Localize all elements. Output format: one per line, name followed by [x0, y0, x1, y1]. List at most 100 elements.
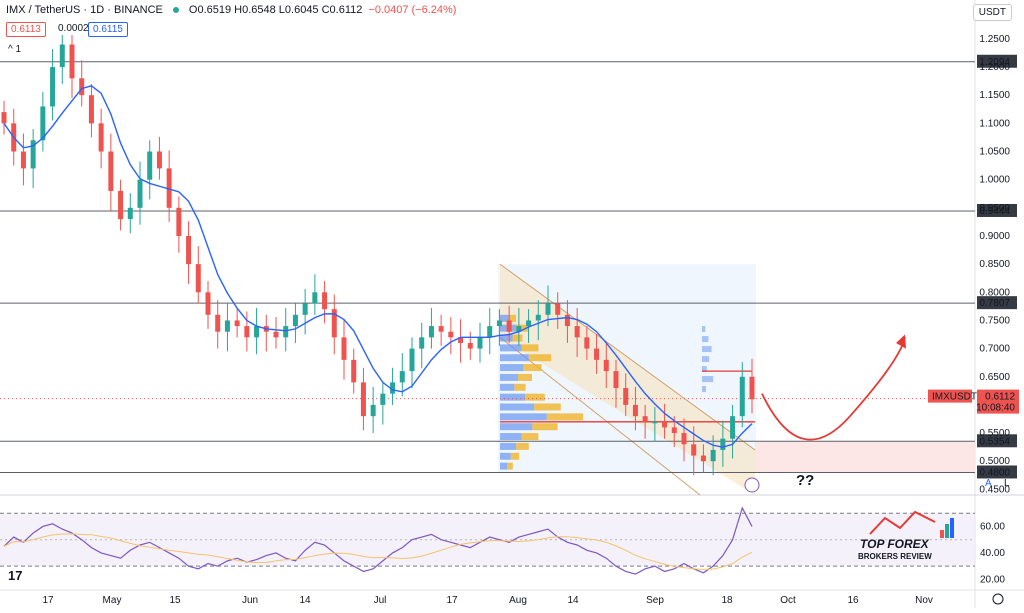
candle-body [1, 112, 7, 124]
price-axis-label: 0.8500 [979, 259, 1010, 270]
time-axis-label: 14 [567, 595, 579, 606]
level-tag: 0.5354 [979, 436, 1010, 447]
candle-body [195, 264, 201, 293]
time-axis-label: 17 [446, 595, 458, 606]
candle-body [428, 326, 434, 338]
volume-profile-bar [518, 373, 532, 381]
candle-body [88, 95, 94, 124]
logo-bar [940, 530, 944, 538]
price-axis-label: 0.7000 [979, 344, 1010, 355]
volume-profile-bar [500, 393, 526, 401]
buy-price-box[interactable]: 0.6115 [88, 22, 128, 37]
time-axis-label: Oct [780, 595, 796, 606]
watermark-line1: TOP FOREX [860, 537, 930, 551]
sell-price-box[interactable]: 0.6113 [6, 22, 46, 37]
time-axis-label: Aug [509, 595, 527, 606]
change-value: −0.0407 (−6.24%) [368, 4, 457, 16]
candle-body [98, 123, 104, 152]
volume-profile-bar [528, 354, 552, 362]
chart-area[interactable]: ??1.25001.20001.15001.10001.05001.00000.… [0, 0, 1024, 608]
price-axis-label: 1.2500 [979, 34, 1010, 45]
volume-profile-bar [523, 364, 542, 372]
candle-body [224, 320, 230, 332]
tradingview-logo: 17 [8, 568, 22, 583]
volume-profile-bar [525, 393, 545, 401]
candle-body [642, 416, 648, 422]
countdown-timer: 10:08:40 [976, 403, 1015, 414]
candle-body [292, 314, 298, 327]
volume-profile-bar [507, 462, 513, 470]
time-axis-label: 16 [847, 595, 859, 606]
volume-profile-bar [521, 433, 539, 441]
currency-button[interactable]: USDT [972, 4, 1012, 21]
candle-body [147, 151, 153, 180]
auto-scale-button[interactable]: A [985, 478, 992, 489]
time-axis-label: Jun [242, 595, 258, 606]
candle-body [730, 416, 736, 439]
candle-body [234, 320, 240, 327]
logo-bar [945, 524, 949, 538]
candle-body [535, 314, 541, 321]
forecast-arrow [761, 337, 906, 441]
log-scale-button[interactable]: L [1004, 478, 1010, 489]
candle-body [283, 326, 289, 338]
candle-body [244, 326, 250, 338]
volume-profile-bar [702, 386, 706, 393]
volume-profile-bar [500, 364, 524, 372]
event-icon[interactable] [744, 477, 760, 493]
candle-body [50, 67, 56, 107]
candle-body [526, 320, 532, 327]
level-tag: 0.4800 [979, 467, 1010, 478]
candle-body [341, 337, 347, 360]
volume-profile-bar [702, 376, 714, 383]
candle-body [632, 404, 638, 417]
candle-body [623, 388, 629, 405]
candle-body [506, 320, 512, 332]
volume-profile-bar [532, 423, 558, 431]
support-zone [755, 441, 975, 473]
volume-profile-bar [702, 336, 709, 343]
volume-profile-bar [500, 354, 529, 362]
volume-profile-bar [702, 346, 712, 353]
volume-profile-bar [500, 423, 533, 431]
candle-body [59, 44, 65, 68]
candle-body [681, 433, 687, 445]
price-axis-label: 1.1000 [979, 118, 1010, 129]
price-chart-svg[interactable]: ??1.25001.20001.15001.10001.05001.00000.… [0, 0, 1024, 608]
candle-body [127, 207, 133, 220]
current-price-tag: 0.6112 [985, 392, 1015, 403]
candle-body [662, 421, 668, 428]
question-annotation: ?? [796, 472, 814, 489]
symbol-label[interactable]: IMX / TetherUS · 1D · BINANCE [6, 4, 163, 16]
candle-body [438, 326, 444, 332]
rsi-axis-label: 40.00 [980, 548, 1005, 559]
time-axis-label: Jul [374, 595, 387, 606]
time-axis-label: May [103, 595, 122, 606]
volume-profile-bar [500, 413, 547, 421]
time-axis-label: 15 [169, 595, 181, 606]
candle-body [487, 326, 493, 338]
settings-gear-icon[interactable] [992, 593, 1004, 605]
time-axis-label: 14 [299, 595, 311, 606]
price-axis-label: 0.9000 [979, 231, 1010, 242]
candle-body [351, 359, 357, 383]
price-axis-label: 1.1500 [979, 90, 1010, 101]
candle-body [671, 427, 677, 434]
candle-body [448, 331, 454, 338]
candle-body [79, 78, 85, 96]
collapse-indicators-button[interactable]: ^ 1 [8, 44, 21, 55]
volume-profile-bar [512, 334, 523, 342]
volume-profile-bar [514, 383, 526, 391]
candle-body [749, 376, 755, 400]
volume-profile-bar [521, 344, 539, 352]
price-axis-label: 0.7500 [979, 315, 1010, 326]
candle-body [118, 190, 124, 220]
candle-body [739, 376, 745, 417]
price-axis-label: 0.6500 [979, 372, 1010, 383]
candle-body [720, 438, 726, 450]
candle-body [496, 320, 502, 327]
candle-body [652, 421, 658, 424]
candle-body [69, 44, 75, 79]
time-axis-label: Sep [646, 595, 664, 606]
watermark-line2: BROKERS REVIEW [858, 552, 932, 561]
